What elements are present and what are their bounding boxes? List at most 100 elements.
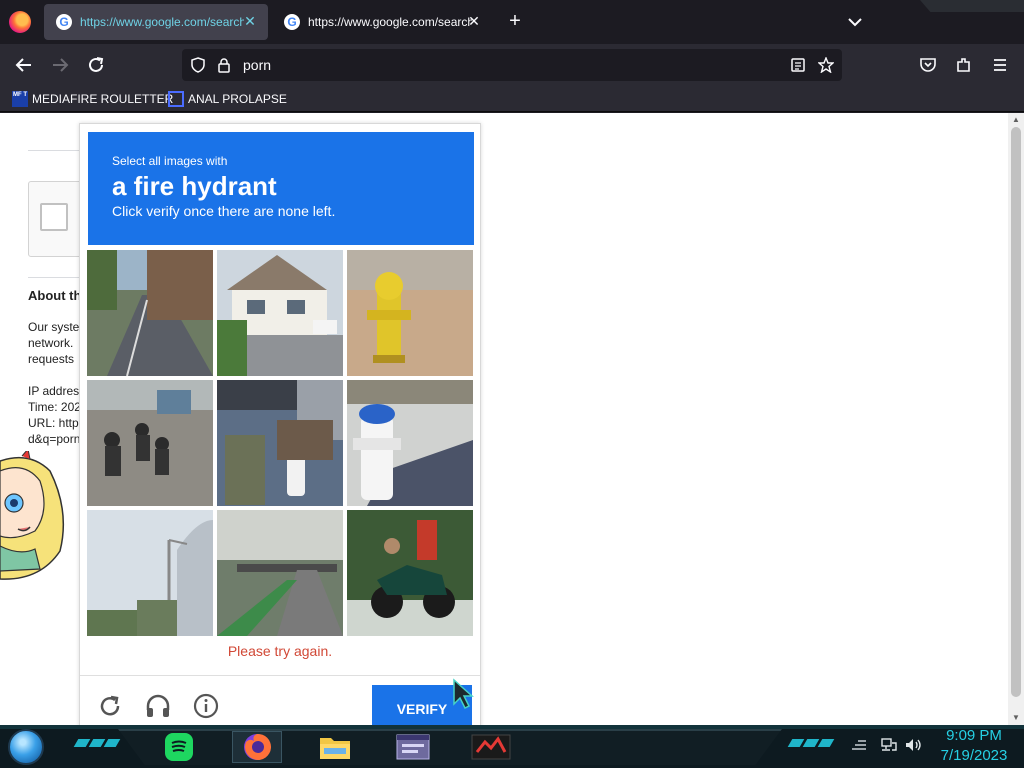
- taskbar-app-file-explorer[interactable]: [310, 731, 360, 763]
- time-line: Time: 2023: [28, 400, 80, 414]
- captcha-tile-8[interactable]: [217, 510, 343, 636]
- start-button[interactable]: [8, 729, 44, 765]
- captcha-tile-2[interactable]: [217, 250, 343, 376]
- ip-address-line: IP address: [28, 384, 80, 398]
- tray-overflow-icon[interactable]: [850, 737, 868, 753]
- captcha-tile-5[interactable]: [217, 380, 343, 506]
- web-page: About this page Our systems have detecte…: [0, 113, 1008, 725]
- reload-button[interactable]: [83, 52, 109, 78]
- motorcycle-green-image: [347, 510, 473, 636]
- highway-image: [217, 510, 343, 636]
- taskbar-decoration-right: [787, 739, 835, 747]
- url-line-tail: d&q=porn: [28, 432, 80, 446]
- volume-icon[interactable]: [904, 737, 922, 753]
- taskbar-app-media[interactable]: [466, 731, 516, 763]
- url-bar[interactable]: porn: [182, 49, 842, 81]
- url-line: URL: https://www.google.com/search?q=por…: [28, 416, 80, 430]
- bookmark-label: ANAL PROLAPSE: [188, 92, 287, 106]
- window-icon: [396, 734, 430, 760]
- captcha-divider: [80, 675, 480, 676]
- list-all-tabs-button[interactable]: [843, 10, 867, 34]
- pocket-icon: [920, 58, 936, 72]
- clock-date: 7/19/2023: [940, 747, 1008, 764]
- window-frame-decoration: [920, 0, 1024, 12]
- close-tab-icon[interactable]: ✕: [466, 13, 482, 29]
- scroll-up-arrow-icon[interactable]: ▲: [1011, 115, 1021, 125]
- firefox-icon: [244, 733, 272, 760]
- taskbar-app-window[interactable]: [388, 731, 438, 763]
- blue-hydrant-image: [347, 380, 473, 506]
- navigation-toolbar: porn: [0, 44, 1024, 86]
- taskbar-clock[interactable]: 9:09 PM 7/19/2023: [934, 726, 1014, 766]
- captcha-error-message: Please try again.: [227, 643, 333, 659]
- reader-view-icon[interactable]: [790, 57, 806, 73]
- bookmark-label: MEDIAFIRE ROULETTER: [32, 92, 174, 106]
- white-hydrant-bin-image: [217, 380, 343, 506]
- google-favicon-icon: G: [56, 14, 72, 30]
- google-favicon-icon: G: [284, 14, 300, 30]
- forward-button[interactable]: [47, 52, 73, 78]
- pocket-button[interactable]: [915, 52, 941, 78]
- reload-challenge-icon[interactable]: [96, 692, 124, 720]
- cartoon-character-overlay: [0, 451, 65, 580]
- tab-google-search-1[interactable]: G https://www.google.com/search?q=porn ✕: [44, 4, 268, 40]
- close-tab-icon[interactable]: ✕: [242, 13, 258, 29]
- captcha-subinstruction: Click verify once there are none left.: [112, 203, 336, 219]
- tab-strip: G https://www.google.com/search?q=porn ✕…: [0, 0, 1024, 44]
- captcha-tile-3[interactable]: [347, 250, 473, 376]
- recaptcha-checkbox[interactable]: [40, 203, 68, 231]
- taskbar: 9:09 PM 7/19/2023: [0, 725, 1024, 768]
- firefox-logo-icon[interactable]: [9, 11, 31, 33]
- shield-icon[interactable]: [190, 57, 206, 73]
- taskbar-decoration-left: [73, 739, 121, 747]
- overpass-image: [87, 510, 213, 636]
- bookmark-folder-icon: [168, 91, 184, 107]
- arrow-right-icon: [53, 58, 69, 72]
- reload-icon: [89, 57, 104, 72]
- bookmark-mediafire-rouletter[interactable]: MF T MEDIAFIRE ROULETTER: [12, 90, 173, 108]
- captcha-tile-1[interactable]: [87, 250, 213, 376]
- mediafire-icon: MF T: [12, 91, 28, 107]
- menu-button[interactable]: [987, 52, 1013, 78]
- lock-icon[interactable]: [216, 57, 232, 73]
- desktop: G https://www.google.com/search?q=porn ✕…: [0, 0, 1024, 768]
- bookmarks-toolbar: MF T MEDIAFIRE ROULETTER ANAL PROLAPSE: [0, 86, 1024, 112]
- info-icon[interactable]: [192, 692, 220, 720]
- captcha-tile-4[interactable]: [87, 380, 213, 506]
- taskbar-app-firefox[interactable]: [232, 731, 282, 763]
- captcha-target: a fire hydrant: [112, 171, 277, 201]
- taskbar-top-strip: [0, 725, 1024, 729]
- body-line: network.: [28, 336, 74, 350]
- taskbar-app-spotify[interactable]: [154, 731, 204, 763]
- captcha-tile-7[interactable]: [87, 510, 213, 636]
- extensions-button[interactable]: [951, 52, 977, 78]
- bookmark-star-icon[interactable]: [818, 57, 834, 73]
- captcha-tile-9[interactable]: [347, 510, 473, 636]
- body-line: Our systems have detected unusual traffi…: [28, 320, 80, 334]
- body-line: requests: [28, 352, 75, 366]
- yellow-hydrant-image: [347, 250, 473, 376]
- new-tab-button[interactable]: +: [503, 10, 527, 34]
- mouse-cursor-icon: [453, 678, 474, 710]
- scroll-thumb[interactable]: [1011, 127, 1021, 697]
- captcha-instruction: Select all images with: [112, 154, 228, 168]
- tab-google-search-2[interactable]: G https://www.google.com/search?q=porn ✕: [272, 4, 492, 40]
- url-text[interactable]: porn: [243, 57, 271, 73]
- media-icon: [471, 734, 511, 760]
- motorcycles-image: [87, 380, 213, 506]
- chevron-down-icon: [848, 18, 862, 27]
- scroll-down-arrow-icon[interactable]: ▼: [1011, 713, 1021, 723]
- street-image: [87, 250, 213, 376]
- puzzle-icon: [957, 58, 970, 72]
- back-button[interactable]: [11, 52, 37, 78]
- captcha-header: Select all images with a fire hydrant Cl…: [88, 132, 474, 245]
- clock-time: 9:09 PM: [946, 727, 1002, 744]
- hamburger-menu-icon: [994, 59, 1006, 71]
- bookmark-second[interactable]: ANAL PROLAPSE: [168, 90, 287, 108]
- page-scrollbar[interactable]: ▲ ▼: [1008, 113, 1024, 725]
- captcha-tile-6[interactable]: [347, 380, 473, 506]
- network-icon[interactable]: [880, 737, 898, 753]
- audio-challenge-icon[interactable]: [144, 692, 172, 720]
- spotify-icon: [165, 733, 193, 761]
- captcha-challenge: Select all images with a fire hydrant Cl…: [79, 123, 481, 725]
